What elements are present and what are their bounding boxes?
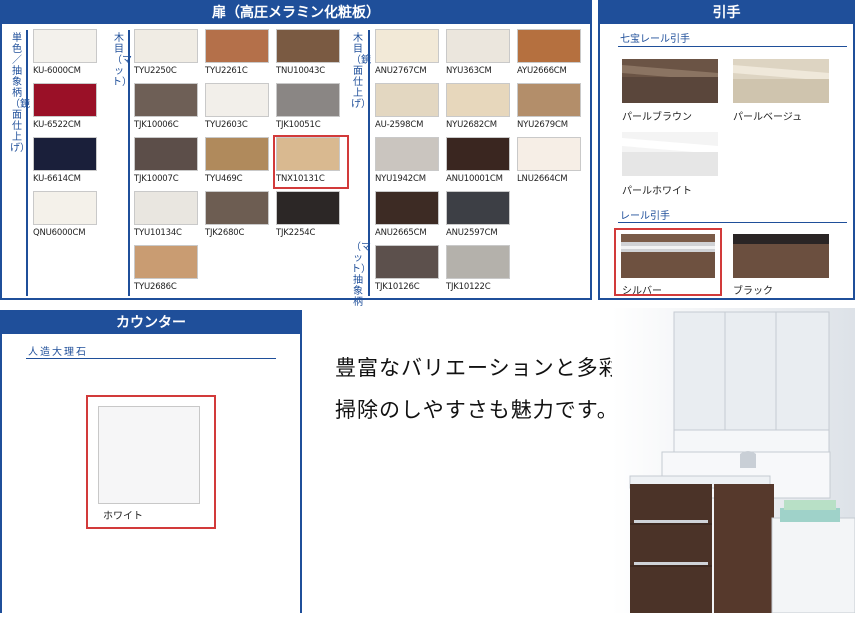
door-swatch[interactable] [205,29,269,63]
door-swatch[interactable] [33,137,97,171]
door-swatch[interactable] [446,83,510,117]
group-divider [128,30,130,296]
door-swatch-code: ANU2597CM [446,228,498,238]
door-swatch[interactable] [446,29,510,63]
door-swatch[interactable] [134,29,198,63]
counter-swatch-label: ホワイト [103,511,143,522]
door-swatch[interactable] [276,29,340,63]
door-swatch-code: AYU2666CM [517,66,567,76]
door-swatch-code: TJK10006C [134,120,179,130]
door-swatch-code: TJK2254C [276,228,316,238]
door-swatch-code: TYU2250C [134,66,177,76]
group-label-wood-matte: 木目（マット） [112,33,132,88]
handle-group-rainbow: 七宝レール引手 [620,34,690,45]
handle-option-label: パールブラウン [622,112,692,123]
door-swatch[interactable] [205,83,269,117]
handle-option-label: ブラック [733,286,773,297]
group-label-wood-mirror: 木目（鏡面仕上げ） [351,33,371,110]
silver-handle-icon [621,234,715,278]
door-swatch-code: NYU1942CM [375,174,426,184]
door-swatch[interactable] [205,191,269,225]
handle-group-rail: レール引手 [620,211,670,222]
door-swatch[interactable] [375,29,439,63]
door-swatch-code: ANU10001CM [446,174,503,184]
door-swatch[interactable] [276,83,340,117]
door-swatch-code: TJK10007C [134,174,179,184]
door-swatch-code: NYU2679CM [517,120,568,130]
door-swatch[interactable] [33,29,97,63]
counter-material-label: 人造大理石 [28,347,88,358]
door-swatch-code: TJK10126C [375,282,420,292]
door-swatch-code: TJK10122C [446,282,491,292]
door-swatch-code: KU-6000CM [33,66,81,76]
door-swatch[interactable] [375,137,439,171]
vanity-unit-image [612,308,855,614]
door-swatch-code: TNX10131C [276,174,325,184]
door-swatch-code: KU-6614CM [33,174,81,184]
door-swatch-code: QNU6000CM [33,228,86,238]
counter-material-divider [26,358,276,359]
door-swatch[interactable] [517,83,581,117]
pearl-brown-handle-icon [622,59,718,103]
door-swatch-code: ANU2665CM [375,228,427,238]
door-swatch[interactable] [517,29,581,63]
door-swatch[interactable] [375,245,439,279]
vanity-photo [612,308,855,614]
handle-option-pearl-brown[interactable] [622,59,718,103]
door-swatch[interactable] [276,191,340,225]
door-panel-title: 扉（高圧メラミン化粧板） [2,2,590,24]
counter-swatch-white[interactable] [98,406,200,504]
door-swatch-code: TYU2686C [134,282,177,292]
door-swatch-code: TYU2603C [205,120,248,130]
door-swatch-code: TYU469C [205,174,243,184]
door-swatch-code: TYU2261C [205,66,248,76]
group-divider [26,30,28,296]
door-swatch-code: KU-6522CM [33,120,81,130]
door-swatch[interactable] [134,137,198,171]
handle-option-black[interactable] [733,234,829,278]
handle-option-pearl-white[interactable] [622,132,718,176]
door-swatch[interactable] [446,245,510,279]
door-swatch[interactable] [517,137,581,171]
door-swatch[interactable] [375,191,439,225]
door-swatch[interactable] [134,83,198,117]
handle-option-pearl-beige[interactable] [733,59,829,103]
pearl-beige-handle-icon [733,59,829,103]
handle-option-label: シルバー [622,286,662,297]
handle-option-label: パールベージュ [733,112,803,123]
door-swatch-code: AU-2598CM [375,120,424,130]
black-handle-icon [733,234,829,278]
slogan-line-2: 掃除のしやすさも魅力です。 [335,398,619,422]
handle-group-divider [618,46,847,47]
counter-panel: カウンター 人造大理石 ホワイト [0,310,302,613]
group-label-solid: 単色／抽象柄（鏡面仕上げ） [10,33,30,154]
door-swatch-code: NYU363CM [446,66,492,76]
handle-option-label: パールホワイト [622,186,692,197]
handle-option-silver[interactable] [621,234,715,278]
door-swatch-code: TYU10134C [134,228,182,238]
door-swatch[interactable] [33,191,97,225]
pearl-white-handle-icon [622,132,718,176]
group-label-abstract-matte: （マット）抽象柄 [351,242,371,308]
door-swatch-code: NYU2682CM [446,120,497,130]
door-swatch[interactable] [134,245,198,279]
door-swatch-code: ANU2767CM [375,66,427,76]
door-swatch-code: TJK2680C [205,228,245,238]
door-swatch[interactable] [134,191,198,225]
door-swatch[interactable] [276,137,340,171]
handle-panel-title: 引手 [600,2,853,24]
door-swatch-code: TNU10043C [276,66,325,76]
door-swatch[interactable] [446,137,510,171]
counter-panel-title: カウンター [2,312,300,334]
door-swatch[interactable] [446,191,510,225]
door-swatch[interactable] [375,83,439,117]
door-swatch-code: LNU2664CM [517,174,568,184]
group-divider [368,30,370,296]
door-swatch-code: TJK10051C [276,120,321,130]
door-swatch[interactable] [205,137,269,171]
door-swatch[interactable] [33,83,97,117]
handle-group-divider [618,222,847,223]
